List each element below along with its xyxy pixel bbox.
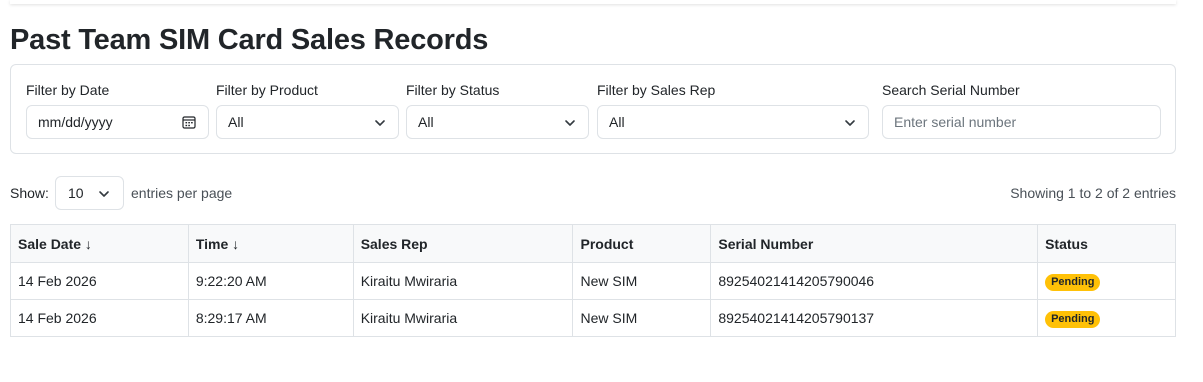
- product-select[interactable]: All: [216, 105, 399, 139]
- header-product: Product: [572, 224, 712, 263]
- date-input[interactable]: mm/dd/yyyy: [26, 105, 209, 139]
- cell-sales-rep: Kiraitu Mwiraria: [352, 262, 574, 300]
- sales-rep-select-value: All: [609, 114, 625, 130]
- cell-serial-number: 89254021414205790046: [710, 262, 1039, 300]
- table-header-row: Sale Date ↓ Time ↓ Sales Rep Product Ser…: [10, 224, 1176, 263]
- status-select-value: All: [418, 114, 434, 130]
- chevron-down-icon: [565, 120, 575, 126]
- product-filter-label: Filter by Product: [216, 82, 318, 98]
- header-status: Status: [1037, 224, 1176, 263]
- chevron-down-icon: [375, 120, 385, 126]
- cell-time: 8:29:17 AM: [187, 299, 354, 337]
- sales-rep-filter-label: Filter by Sales Rep: [597, 82, 716, 98]
- page-title: Past Team SIM Card Sales Records: [10, 24, 489, 56]
- chevron-down-icon: [99, 191, 109, 197]
- cell-status: Pending: [1037, 262, 1176, 300]
- page-size-value: 10: [68, 185, 84, 201]
- cell-product: New SIM: [572, 262, 712, 300]
- cell-serial-number: 89254021414205790137: [710, 299, 1039, 337]
- cell-sale-date: 14 Feb 2026: [10, 299, 189, 337]
- entries-per-page-label: entries per page: [131, 185, 233, 201]
- header-sale-date[interactable]: Sale Date ↓: [10, 224, 189, 263]
- cell-product: New SIM: [572, 299, 712, 337]
- date-input-value: mm/dd/yyyy: [38, 114, 113, 130]
- status-filter-label: Filter by Status: [406, 82, 500, 98]
- header-sales-rep: Sales Rep: [352, 224, 574, 263]
- product-select-value: All: [228, 114, 244, 130]
- entries-info: Showing 1 to 2 of 2 entries: [1010, 185, 1176, 201]
- calendar-icon[interactable]: [182, 115, 196, 129]
- cell-sales-rep: Kiraitu Mwiraria: [352, 299, 574, 337]
- top-card-edge: [10, 0, 1176, 4]
- status-badge: Pending: [1045, 310, 1101, 328]
- status-badge: Pending: [1045, 273, 1101, 291]
- table-row: 14 Feb 2026 9:22:20 AM Kiraitu Mwiraria …: [10, 262, 1176, 300]
- date-filter-label: Filter by Date: [26, 82, 110, 98]
- cell-sale-date: 14 Feb 2026: [10, 262, 189, 300]
- serial-search-placeholder: Enter serial number: [894, 114, 1017, 130]
- table-controls: Show: 10 entries per page Showing 1 to 2…: [10, 176, 1176, 210]
- table-row: 14 Feb 2026 8:29:17 AM Kiraitu Mwiraria …: [10, 299, 1176, 337]
- serial-filter-label: Search Serial Number: [882, 82, 1020, 98]
- show-label: Show:: [10, 185, 49, 201]
- page-size-select[interactable]: 10: [55, 176, 124, 210]
- filters-panel: Filter by Date mm/dd/yyyy Filter by Prod…: [10, 64, 1176, 154]
- chevron-down-icon: [845, 120, 855, 126]
- status-select[interactable]: All: [406, 105, 589, 139]
- header-serial-number: Serial Number: [710, 224, 1039, 263]
- serial-search-input[interactable]: Enter serial number: [882, 105, 1161, 139]
- cell-status: Pending: [1037, 299, 1176, 337]
- cell-time: 9:22:20 AM: [187, 262, 354, 300]
- sales-table: Sale Date ↓ Time ↓ Sales Rep Product Ser…: [10, 224, 1176, 337]
- header-time[interactable]: Time ↓: [187, 224, 354, 263]
- sales-rep-select[interactable]: All: [597, 105, 869, 139]
